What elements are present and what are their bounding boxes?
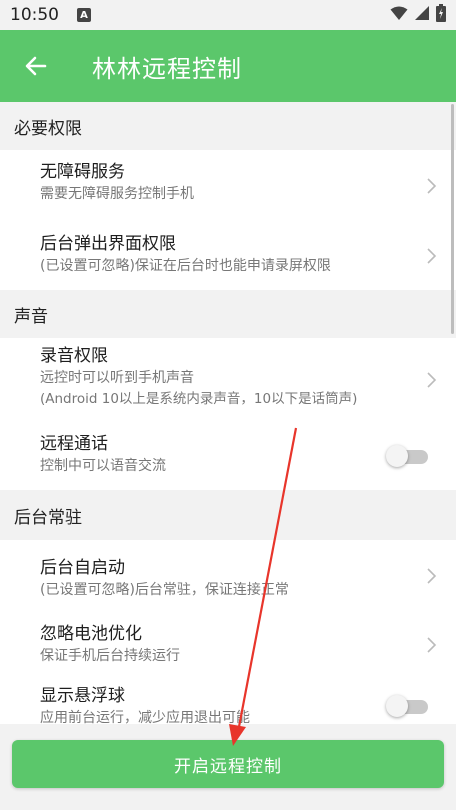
section-sound: 录音权限 远控时可以听到手机声音 (Android 10以上是系统内录声音，10… bbox=[0, 338, 456, 490]
scrollbar[interactable] bbox=[451, 104, 454, 334]
status-bar: 10:50 A bbox=[0, 0, 456, 30]
remote-call-toggle[interactable] bbox=[386, 445, 428, 467]
page-title: 林林远程控制 bbox=[92, 54, 242, 83]
section-header-required-permissions: 必要权限 bbox=[0, 102, 456, 150]
setting-title: 录音权限 bbox=[40, 346, 108, 366]
chevron-right-icon bbox=[427, 248, 437, 264]
chevron-right-icon bbox=[427, 178, 437, 194]
setting-record-permission[interactable]: 录音权限 远控时可以听到手机声音 (Android 10以上是系统内录声音，10… bbox=[0, 338, 456, 422]
wifi-icon bbox=[390, 5, 408, 25]
setting-ignore-battery-optimization[interactable]: 忽略电池优化 保证手机后台持续运行 bbox=[0, 612, 456, 678]
status-time: 10:50 bbox=[10, 5, 59, 25]
toggle-knob bbox=[386, 445, 408, 467]
chevron-right-icon bbox=[427, 372, 437, 388]
setting-auto-start[interactable]: 后台自启动 (已设置可忽略)后台常驻，保证连接正常 bbox=[0, 540, 456, 612]
toggle-knob bbox=[386, 695, 408, 717]
chevron-right-icon bbox=[427, 637, 437, 653]
setting-subtitle: 保证手机后台持续运行 bbox=[40, 648, 180, 664]
section-header-background-resident: 后台常驻 bbox=[0, 490, 456, 540]
setting-background-popup-permission[interactable]: 后台弹出界面权限 (已设置可忽略)保证在后台时也能申请录屏权限 bbox=[0, 222, 456, 290]
setting-subtitle: (已设置可忽略)后台常驻，保证连接正常 bbox=[40, 582, 289, 598]
setting-subtitle: 需要无障碍服务控制手机 bbox=[40, 186, 194, 202]
cell-signal-icon bbox=[414, 5, 430, 25]
setting-title: 显示悬浮球 bbox=[40, 686, 125, 706]
setting-subtitle-note: (Android 10以上是系统内录声音，10以下是话筒声) bbox=[40, 391, 358, 407]
setting-title: 忽略电池优化 bbox=[40, 624, 142, 644]
app-bar: 林林远程控制 bbox=[0, 30, 456, 102]
floating-ball-toggle[interactable] bbox=[386, 695, 428, 717]
setting-title: 后台自启动 bbox=[40, 558, 125, 578]
bottom-bar: 开启远程控制 bbox=[0, 724, 456, 810]
section-required-permissions: 无障碍服务 需要无障碍服务控制手机 后台弹出界面权限 (已设置可忽略)保证在后台… bbox=[0, 150, 456, 290]
section-header-sound: 声音 bbox=[0, 290, 456, 338]
setting-subtitle: 应用前台运行，减少应用退出可能 bbox=[40, 710, 250, 724]
setting-accessibility-service[interactable]: 无障碍服务 需要无障碍服务控制手机 bbox=[0, 150, 456, 222]
setting-subtitle: (已设置可忽略)保证在后台时也能申请录屏权限 bbox=[40, 258, 331, 274]
setting-floating-ball[interactable]: 显示悬浮球 应用前台运行，减少应用退出可能 bbox=[0, 678, 456, 724]
setting-title: 远程通话 bbox=[40, 434, 108, 454]
setting-remote-call[interactable]: 远程通话 控制中可以语音交流 bbox=[0, 422, 456, 490]
section-background-resident: 后台自启动 (已设置可忽略)后台常驻，保证连接正常 忽略电池优化 保证手机后台持… bbox=[0, 540, 456, 724]
battery-icon bbox=[436, 4, 446, 26]
notification-a-icon: A bbox=[77, 8, 91, 22]
start-remote-control-button[interactable]: 开启远程控制 bbox=[12, 740, 444, 788]
setting-subtitle: 控制中可以语音交流 bbox=[40, 458, 166, 474]
back-arrow-icon[interactable] bbox=[22, 52, 50, 80]
settings-list[interactable]: 必要权限 无障碍服务 需要无障碍服务控制手机 后台弹出界面权限 (已设置可忽略)… bbox=[0, 102, 456, 724]
setting-title: 无障碍服务 bbox=[40, 162, 125, 182]
setting-subtitle: 远控时可以听到手机声音 bbox=[40, 370, 194, 386]
setting-title: 后台弹出界面权限 bbox=[40, 234, 176, 254]
chevron-right-icon bbox=[427, 568, 437, 584]
status-icons bbox=[390, 4, 446, 26]
